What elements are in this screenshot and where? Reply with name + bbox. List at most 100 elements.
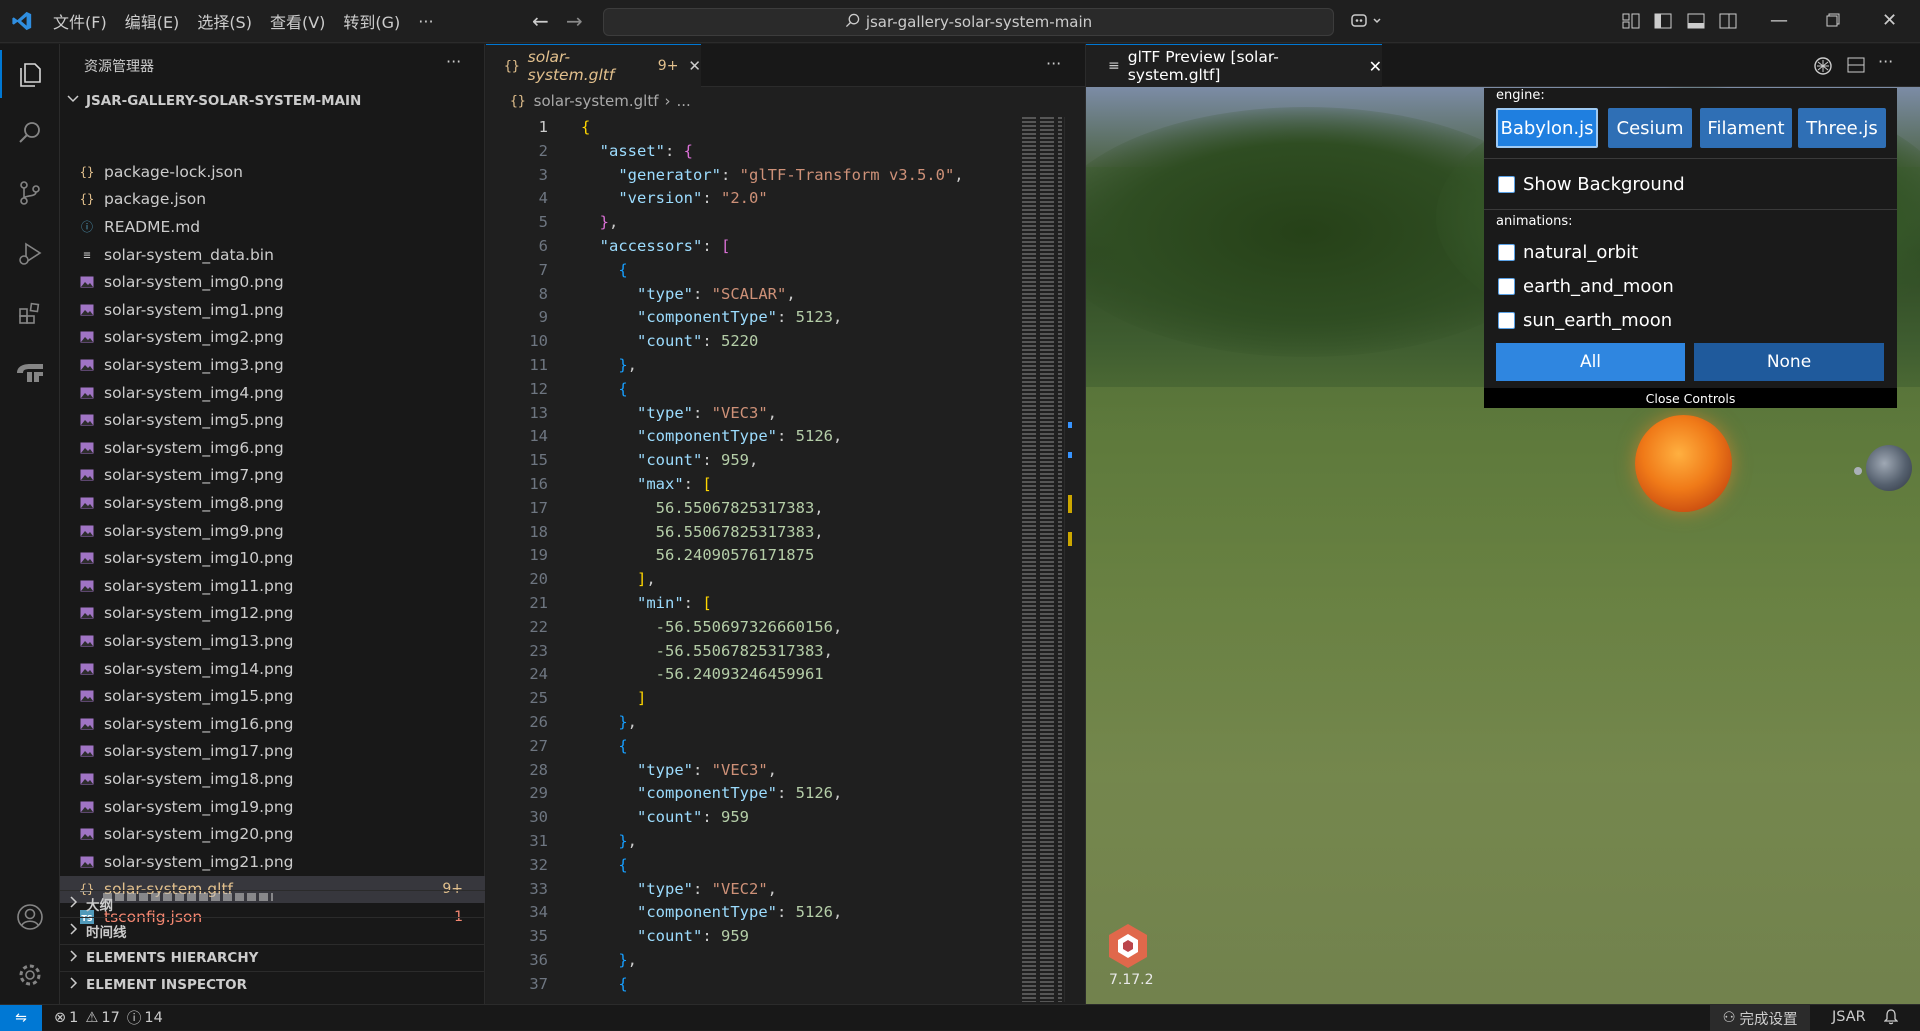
file-tree-item[interactable]: solar-system_img13.png [60, 627, 485, 655]
breadcrumb-rest[interactable]: ... [676, 92, 690, 110]
menu-more[interactable]: ··· [409, 12, 442, 31]
engine-babylon-button[interactable]: Babylon.js [1496, 108, 1598, 148]
code-token: 56.55067825317383 [655, 522, 815, 541]
animation-row-sun-earth-moon[interactable]: sun_earth_moon [1498, 310, 1672, 331]
animation-row-natural-orbit[interactable]: natural_orbit [1498, 242, 1638, 263]
forward-arrow-icon[interactable]: → [566, 9, 583, 33]
file-tree-item[interactable]: solar-system_img16.png [60, 710, 485, 738]
minimap[interactable] [1022, 117, 1062, 1002]
menu-selection[interactable]: 选择(S) [188, 9, 261, 33]
file-tree-item[interactable]: {} package-lock.json [60, 158, 485, 186]
explorer-more-button[interactable]: ··· [446, 52, 461, 71]
animations-none-button[interactable]: None [1694, 343, 1884, 381]
menu-go[interactable]: 转到(G) [334, 9, 409, 33]
file-tree-item[interactable]: ⓘ README.md [60, 213, 485, 241]
customize-layout-icon[interactable] [1622, 12, 1640, 34]
code-token: , [954, 165, 964, 184]
minimize-icon[interactable]: — [1770, 10, 1788, 31]
settings-gear-icon[interactable] [0, 946, 60, 1004]
file-tree-item[interactable]: solar-system_img2.png [60, 324, 485, 352]
engine-threejs-button[interactable]: Three.js [1798, 108, 1886, 148]
tab-gltf-preview[interactable]: ≡ glTF Preview [solar-system.gltf] ✕ [1086, 44, 1382, 87]
breadcrumb-file[interactable]: solar-system.gltf [534, 92, 659, 110]
engine-cesium-button[interactable]: Cesium [1608, 108, 1692, 148]
copilot-icon[interactable] [1350, 10, 1384, 36]
search-view-icon[interactable] [0, 104, 60, 162]
file-tree-item[interactable]: solar-system_img8.png [60, 489, 485, 517]
file-tree-item[interactable]: solar-system_img0.png [60, 268, 485, 296]
notifications-bell-icon[interactable] [1883, 1009, 1899, 1029]
file-tree-item[interactable]: solar-system_img7.png [60, 462, 485, 490]
toggle-secondary-sidebar-icon[interactable] [1719, 12, 1737, 34]
file-tree-item[interactable]: solar-system_img19.png [60, 793, 485, 821]
command-center-search[interactable]: jsar-gallery-solar-system-main [603, 8, 1334, 36]
preview-more-icon[interactable]: ··· [1878, 52, 1893, 71]
code-token: : [702, 927, 721, 946]
toggle-sidebar-icon[interactable] [1654, 12, 1672, 34]
menu-file[interactable]: 文件(F) [44, 9, 116, 33]
file-name: solar-system_img12.png [104, 604, 294, 623]
tab-solar-system-gltf[interactable]: {} solar-system.gltf 9+ ✕ [486, 44, 701, 87]
engine-filament-button[interactable]: Filament [1700, 108, 1792, 148]
file-tree-item[interactable]: solar-system_img17.png [60, 738, 485, 766]
file-tree-item[interactable]: solar-system_img11.png [60, 572, 485, 600]
file-tree-item[interactable]: solar-system_img18.png [60, 765, 485, 793]
jsar-status-item[interactable]: JSAR [1832, 1009, 1866, 1025]
code-area[interactable]: 1{2 "asset": {3 "generator": "glTF-Trans… [486, 115, 1085, 1004]
split-editor-icon[interactable] [1847, 56, 1865, 78]
file-tree-item[interactable]: solar-system_img5.png [60, 406, 485, 434]
code-token: "count" [637, 332, 703, 351]
menu-view[interactable]: 查看(V) [261, 9, 334, 33]
code-text: 56.55067825317383, [581, 497, 824, 521]
file-tree-item[interactable]: solar-system_img4.png [60, 379, 485, 407]
file-tree-item[interactable]: solar-system_img10.png [60, 544, 485, 572]
code-text: "type": "VEC3", [581, 759, 777, 783]
animation-row-earth-and-moon[interactable]: earth_and_moon [1498, 276, 1674, 297]
vertical-scrollbar[interactable] [1064, 117, 1078, 1002]
animation-checkbox[interactable] [1498, 312, 1515, 329]
account-icon[interactable] [0, 888, 60, 946]
restore-icon[interactable] [1826, 13, 1840, 31]
explorer-icon[interactable] [0, 46, 60, 104]
editor-more-button[interactable]: ··· [1046, 54, 1061, 73]
file-tree-item[interactable]: {} package.json [60, 186, 485, 214]
toggle-panel-icon[interactable] [1687, 12, 1705, 34]
close-tab-icon[interactable]: ✕ [688, 57, 701, 75]
close-window-icon[interactable]: ✕ [1882, 10, 1897, 31]
close-controls-button[interactable]: Close Controls [1484, 388, 1897, 408]
show-background-row[interactable]: Show Background [1498, 174, 1685, 195]
remote-indicator[interactable]: ⇋ [0, 1004, 42, 1031]
file-tree-item[interactable]: solar-system_img15.png [60, 682, 485, 710]
section-elements-hierarchy[interactable]: ELEMENTS HIERARCHY [60, 944, 485, 971]
file-tree-item[interactable]: solar-system_img12.png [60, 600, 485, 628]
gltf-inspector-icon[interactable] [1813, 56, 1833, 80]
settings-sync-item[interactable]: ⚇ 完成设置 [1710, 1005, 1810, 1031]
section-outline[interactable]: 大纲 [60, 890, 485, 917]
code-token: : [702, 451, 721, 470]
extensions-icon[interactable] [0, 284, 60, 342]
back-arrow-icon[interactable]: ← [532, 9, 549, 33]
section-element-inspector[interactable]: ELEMENT INSPECTOR [60, 971, 485, 998]
file-tree-item[interactable]: ≡ solar-system_data.bin [60, 241, 485, 269]
file-tree-item[interactable]: solar-system_img1.png [60, 296, 485, 324]
file-tree-item[interactable]: solar-system_img20.png [60, 820, 485, 848]
problems-indicator[interactable]: ⊗ 1 ⚠ 17 ⓘ 14 [54, 1007, 163, 1028]
run-debug-icon[interactable] [0, 224, 60, 282]
show-background-checkbox[interactable] [1498, 176, 1515, 193]
close-tab-icon[interactable]: ✕ [1369, 57, 1382, 76]
file-tree-item[interactable]: solar-system_img3.png [60, 351, 485, 379]
file-tree-item[interactable]: solar-system_img9.png [60, 517, 485, 545]
section-timeline[interactable]: 时间线 [60, 917, 485, 944]
source-control-icon[interactable] [0, 164, 60, 222]
file-tree-item[interactable]: solar-system_img21.png [60, 848, 485, 876]
animations-all-button[interactable]: All [1496, 343, 1685, 381]
menu-edit[interactable]: 编辑(E) [116, 9, 189, 33]
animation-checkbox[interactable] [1498, 244, 1515, 261]
file-tree-item[interactable]: solar-system_img14.png [60, 655, 485, 683]
animation-checkbox[interactable] [1498, 278, 1515, 295]
workspace-root[interactable]: JSAR-GALLERY-SOLAR-SYSTEM-MAIN [60, 88, 485, 114]
file-tree-item[interactable]: solar-system_img6.png [60, 434, 485, 462]
gltf-tools-icon[interactable] [0, 344, 60, 402]
gltf-viewport[interactable]: 7.17.2 engine: Babylon.js Cesium Filamen… [1086, 87, 1920, 1004]
